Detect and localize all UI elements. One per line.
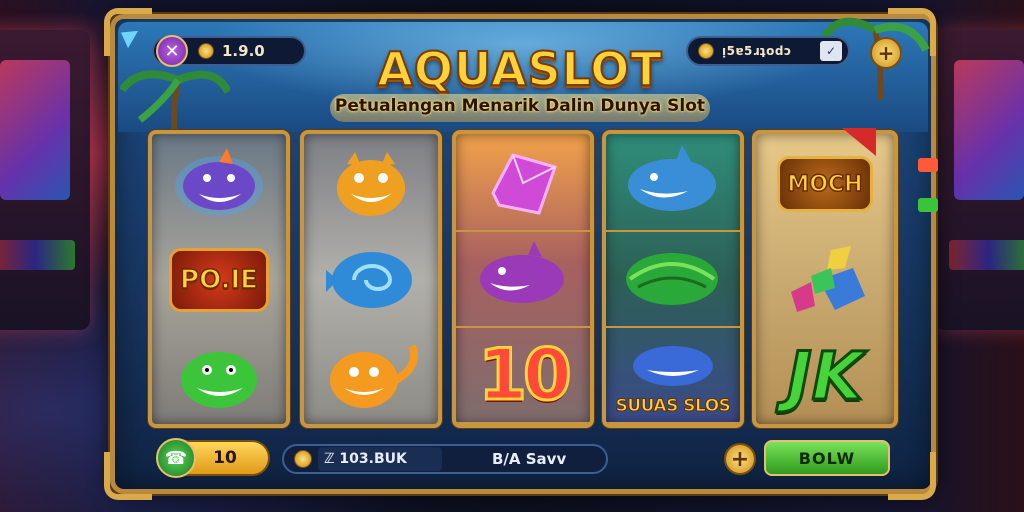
side-badge-green [918,198,938,212]
ten-label: 10 [477,333,573,418]
arcade-cabinet-right [934,30,1024,330]
reel-4: SUUAS SLOS [602,130,744,428]
bet-value: 10 [213,448,237,468]
symbol-jk: JK [756,328,894,424]
side-badge-red [918,158,938,172]
symbol-orange-fish [304,136,438,232]
reel-3: 10 [452,130,594,428]
symbol-green-shell [606,232,740,328]
symbol-green-fish [152,328,286,424]
win-display: ℤ 103.BUK B/A Savv [282,444,608,474]
check-icon[interactable]: ✓ [820,41,842,61]
coin-icon [198,43,214,59]
increase-bet-plus-icon[interactable]: + [724,443,756,475]
shop-label: ᴉ5ɐ5ɹʇodɔ [722,44,792,58]
symbol-gem-cluster [756,232,894,328]
symbol-pink-gem [456,136,590,232]
symbol-suuas-slos: SUUAS SLOS [606,328,740,424]
suuas-slos-label: SUUAS SLOS [615,396,731,417]
symbol-orange-cat-fish [304,328,438,424]
symbol-ten: 10 [456,328,590,424]
reel-5: MOCH JK [752,130,898,428]
close-x-icon[interactable]: ✕ [156,35,188,67]
game-title: AQUASLOT [376,41,663,97]
symbol-poie-badge: PO.IE [152,232,286,328]
poie-label: PO.IE [179,264,258,296]
game-subtitle: Petualangan Menarik Dalin Dunya Slot [334,96,706,116]
moch-label: MOCH [787,171,864,198]
shop-pill[interactable]: ᴉ5ɐ5ɹʇodɔ ✓ [686,36,850,66]
phone-icon[interactable]: ☎ [156,438,196,478]
frame-corner-bottom-left [104,452,152,500]
reel-2 [300,130,442,428]
arcade-cabinet-left [0,30,90,330]
symbol-blue-swirl-fish [304,232,438,328]
add-coins-plus-icon[interactable]: + [870,37,902,69]
shop-icon [698,43,714,59]
symbol-purple-shark [152,136,286,232]
balance-value: 1.9.0 [222,42,265,60]
win-label: B/A Savv [492,450,567,468]
jk-label: JK [786,336,865,416]
spin-button[interactable]: BOLW [764,440,890,476]
symbol-purple-fish [456,232,590,328]
win-amount: ℤ 103.BUK [318,447,442,471]
symbol-blue-shark [606,136,740,232]
coin-icon [294,450,312,468]
red-flag-icon [842,128,876,156]
frame-corner-bottom-right [888,452,936,500]
reel-1: PO.IE [148,130,290,428]
